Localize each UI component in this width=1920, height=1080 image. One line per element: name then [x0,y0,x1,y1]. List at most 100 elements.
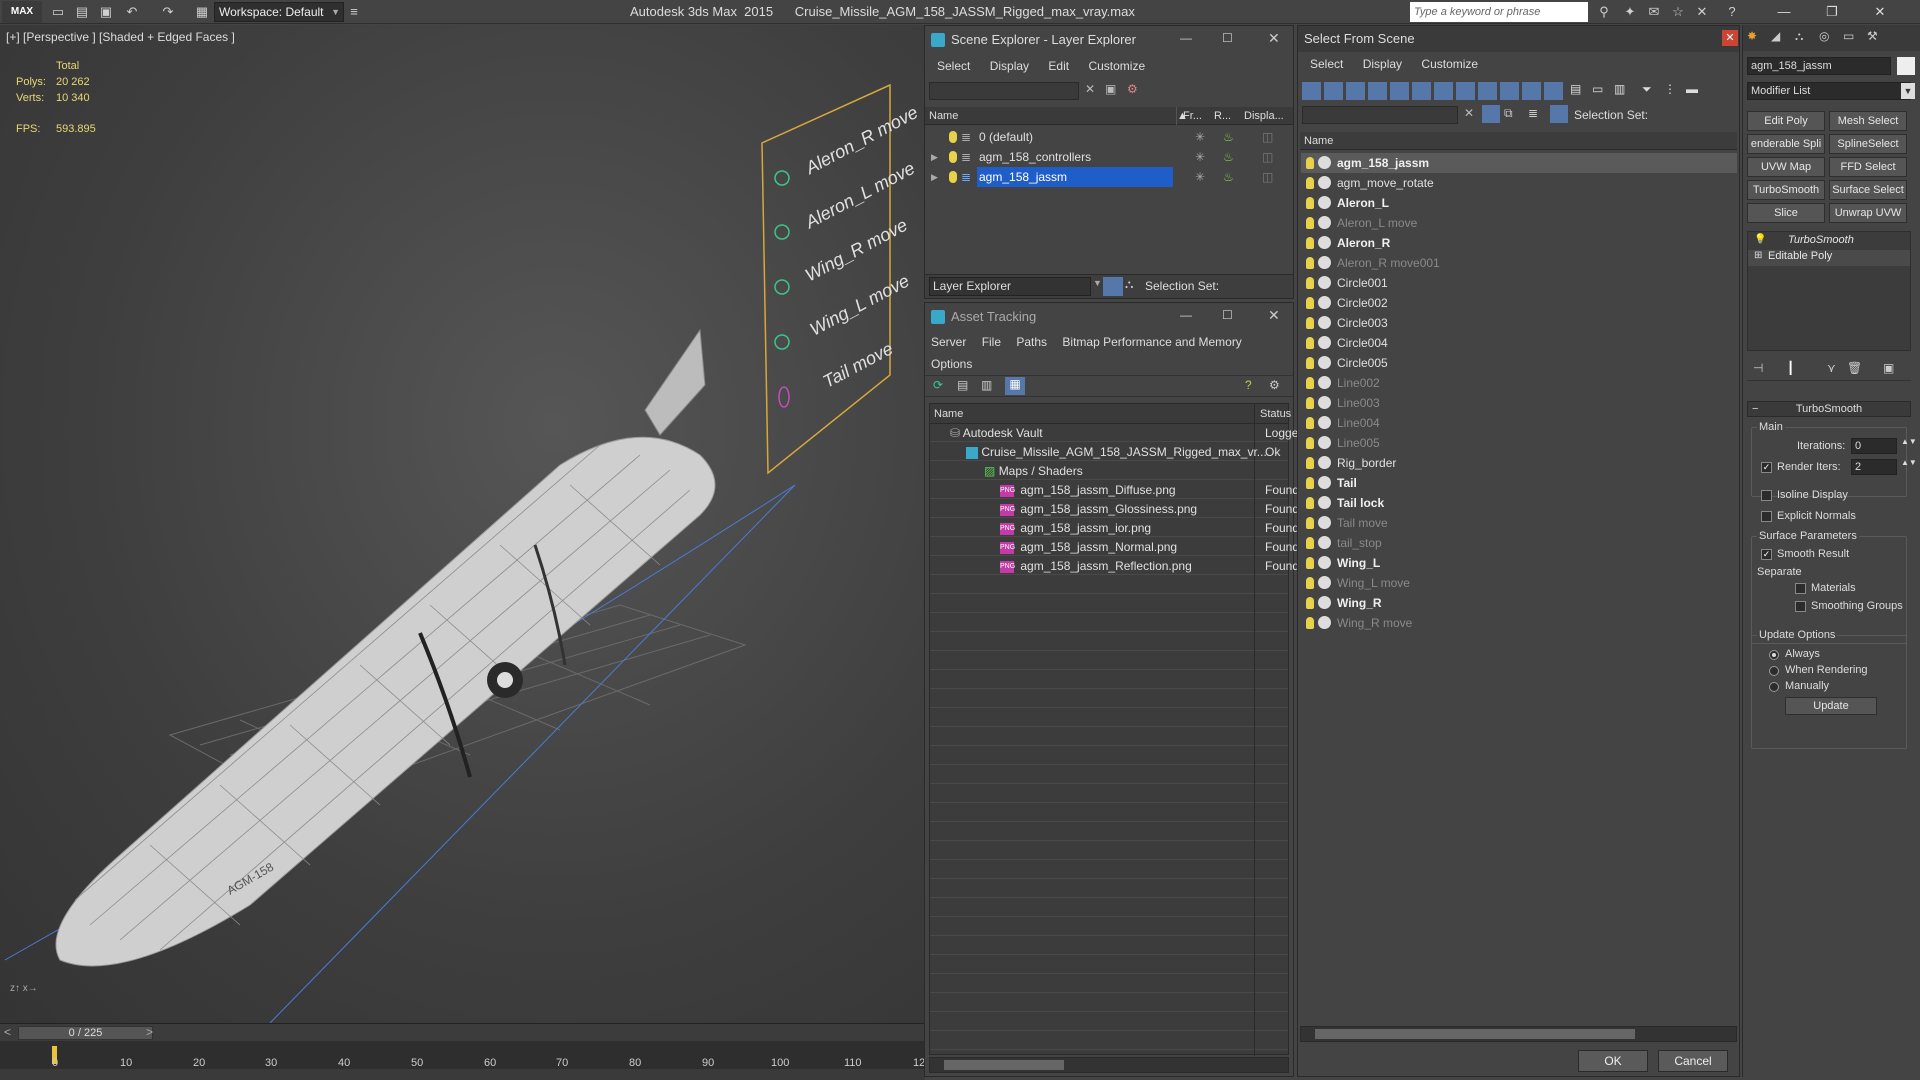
asset-row[interactable]: PNG agm_158_jassm_Diffuse.png Found [930,481,1299,500]
layer-row[interactable]: ≣ 0 (default) ✳ ♨ ◫ [925,127,1293,147]
search-input[interactable]: Type a keyword or phrase [1410,2,1588,22]
smoothing-groups-checkbox[interactable] [1795,601,1806,612]
save-icon[interactable]: ▣ [98,4,114,20]
invert-selection-icon[interactable]: ▥ [1614,82,1625,96]
object-list-item[interactable]: Line002 [1301,373,1737,393]
create-tab-icon[interactable]: ✸ [1747,29,1757,43]
geometry-filter-icon[interactable] [1302,82,1321,100]
layer-explorer-icon[interactable]: ≣ [1528,106,1538,120]
object-name-field[interactable]: agm_158_jassm [1747,57,1891,75]
column-name[interactable]: Name [929,107,958,125]
asset-row[interactable]: PNG agm_158_jassm_Normal.png Found [930,538,1299,557]
object-list-item[interactable]: Circle003 [1301,313,1737,333]
groups-filter-icon[interactable] [1434,82,1453,100]
lightbulb-icon[interactable] [1306,557,1314,569]
layer-name[interactable]: agm_158_jassm [977,167,1173,187]
lightbulb-icon[interactable] [1306,357,1314,369]
object-color-swatch[interactable] [1897,57,1915,75]
list-icon[interactable]: ▤ [957,378,968,392]
asset-row[interactable]: ⛁ Autodesk Vault Logge [930,424,1298,443]
utilities-tab-icon[interactable]: ⚒ [1867,29,1878,43]
filter-icon[interactable]: ⏷ [1642,82,1652,97]
shapes-filter-icon[interactable] [1324,82,1343,100]
cameras-filter-icon[interactable] [1368,82,1387,100]
menu-server[interactable]: Server [931,331,966,353]
dropdown-menu-icon[interactable]: ≡ [346,4,362,20]
app-logo[interactable]: MAX [2,1,42,23]
communication-icon[interactable]: ✉ [1646,4,1662,20]
tree-view-icon[interactable]: ▥ [981,378,992,392]
lightbulb-icon[interactable] [1306,237,1314,249]
lightbulb-icon[interactable] [1306,377,1314,389]
binoculars-icon[interactable]: ⚲ [1596,4,1612,20]
spacewarps-filter-icon[interactable] [1412,82,1431,100]
minimize-icon[interactable]: — [1180,308,1192,322]
asset-row[interactable]: PNG agm_158_jassm_Glossiness.png Found [930,500,1299,519]
helpers-filter-icon[interactable] [1390,82,1409,100]
object-list-item[interactable]: Wing_R move [1301,613,1737,633]
scene-search-input[interactable] [929,82,1079,100]
unwrap-uvw-button[interactable]: Unwrap UVW [1829,203,1907,223]
clear-find-icon[interactable]: ✕ [1464,106,1474,120]
display-icon[interactable]: ◫ [1262,147,1273,167]
object-list-item[interactable]: agm_158_jassm [1301,153,1737,173]
lightbulb-icon[interactable] [1306,477,1314,489]
close-icon[interactable]: ✕ [1866,3,1894,21]
hierarchy-icon[interactable]: ⛬ [1125,277,1133,292]
explicit-normals-checkbox[interactable] [1761,511,1772,522]
layer-name[interactable]: agm_158_controllers [977,147,1093,167]
lightbulb-icon[interactable] [1306,597,1314,609]
smooth-result-checkbox[interactable]: ✓ [1761,549,1772,560]
restore-icon[interactable]: ❐ [1818,3,1846,21]
menu-select[interactable]: Select [937,55,970,77]
render-teapot-icon[interactable]: ♨ [1223,127,1234,147]
redo-icon[interactable]: ↷ [160,4,176,20]
expand-icon[interactable]: ▶ [931,147,938,167]
uvw-map-button[interactable]: UVW Map [1747,157,1825,177]
close-icon[interactable]: ✕ [1722,30,1738,46]
object-list-item[interactable]: Rig_border [1301,453,1737,473]
ffd-select-button[interactable]: FFD Select [1829,157,1907,177]
expand-icon[interactable]: ⊞ [1754,250,1762,261]
menu-select[interactable]: Select [1310,53,1343,75]
lightbulb-icon[interactable] [1306,277,1314,289]
close-icon[interactable]: ✕ [1268,30,1280,47]
lightbulb-icon[interactable] [1306,577,1314,589]
viewport-label[interactable]: [+] [Perspective ] [Shaded + Edged Faces… [6,30,235,44]
horizontal-scrollbar[interactable] [1300,1026,1737,1042]
lightbulb-icon[interactable] [1306,517,1314,529]
chevron-down-icon[interactable]: ▼ [1093,278,1102,288]
hierarchy-icon[interactable] [1550,105,1568,123]
object-list-item[interactable]: Aleron_R move001 [1301,253,1737,273]
isoline-display-checkbox[interactable] [1761,490,1772,501]
object-list-item[interactable]: Tail lock [1301,493,1737,513]
undo-icon[interactable]: ↶ [124,4,140,20]
column-name[interactable]: Name [1304,132,1333,150]
always-radio[interactable] [1769,650,1779,660]
horizontal-scrollbar[interactable] [929,1057,1289,1073]
new-file-icon[interactable]: ▭ [50,4,66,20]
lightbulb-icon[interactable] [1306,217,1314,229]
object-list-item[interactable]: Aleron_L [1301,193,1737,213]
minimize-icon[interactable]: — [1180,31,1192,45]
object-list-item[interactable]: Circle005 [1301,353,1737,373]
manually-radio[interactable] [1769,682,1779,692]
asset-row[interactable]: PNG agm_158_jassm_ior.png Found [930,519,1299,538]
display-tab-icon[interactable]: ▭ [1843,29,1854,43]
lightbulb-icon[interactable] [1306,337,1314,349]
menu-paths[interactable]: Paths [1016,331,1047,353]
display-children-icon[interactable]: ⋮ [1664,82,1676,96]
minimize-icon[interactable]: — [1770,3,1798,21]
renderable-spline-button[interactable]: enderable Spli [1747,134,1825,154]
hidden-filter-icon[interactable] [1544,82,1563,100]
object-list-item[interactable]: Circle001 [1301,273,1737,293]
object-list-item[interactable]: Tail [1301,473,1737,493]
lightbulb-icon[interactable] [1306,157,1314,169]
menu-file[interactable]: File [982,331,1001,353]
filter-icon[interactable]: ▣ [1105,82,1116,96]
settings-icon[interactable]: ⚙ [1269,378,1280,392]
lightbulb-icon[interactable] [1306,297,1314,309]
object-list-item[interactable]: Line005 [1301,433,1737,453]
chevron-down-icon[interactable]: ▼ [1901,83,1915,99]
turbosmooth-rollout-header[interactable]: − TurboSmooth [1747,401,1911,417]
